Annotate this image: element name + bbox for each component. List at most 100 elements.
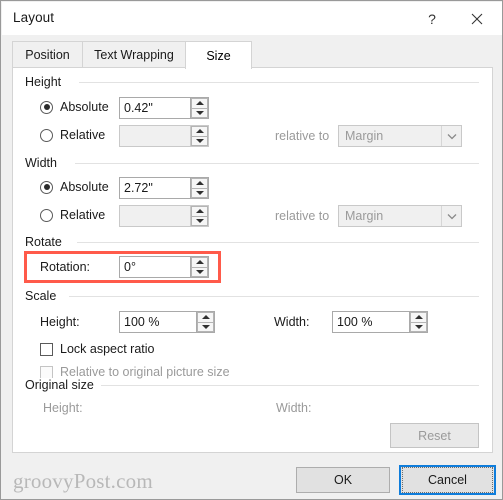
- rotation-spinner: [190, 257, 208, 277]
- original-size-group-rule: [101, 385, 479, 386]
- height-group-rule: [79, 82, 479, 83]
- width-relative-value: [120, 206, 190, 226]
- radio-indicator: [40, 128, 53, 142]
- scale-group-label: Scale: [25, 289, 63, 303]
- spinner-down-button[interactable]: [197, 321, 214, 332]
- width-absolute-input[interactable]: 2.72": [119, 177, 209, 199]
- spinner-down-button[interactable]: [410, 321, 427, 332]
- height-relative-spinner: [190, 126, 208, 146]
- scale-group-rule: [69, 296, 479, 297]
- rotate-group-rule: [77, 242, 479, 243]
- scale-width-input[interactable]: 100 %: [332, 311, 428, 333]
- spinner-down-button[interactable]: [191, 187, 208, 198]
- width-relative-label: Relative: [60, 208, 106, 222]
- width-absolute-radio[interactable]: Absolute: [40, 180, 109, 194]
- relative-to-original-checkbox: Relative to original picture size: [40, 365, 230, 379]
- scale-height-spinner: [196, 312, 214, 332]
- rotation-input[interactable]: 0°: [119, 256, 209, 278]
- width-absolute-label: Absolute: [60, 180, 109, 194]
- width-group-rule: [75, 163, 479, 164]
- rotation-value: 0°: [124, 260, 136, 274]
- help-button[interactable]: ?: [412, 2, 452, 35]
- tab-text-wrapping-label: Text Wrapping: [94, 47, 174, 62]
- height-absolute-radio[interactable]: Absolute: [40, 100, 109, 114]
- layout-dialog: Layout ? Position Text Wrapping Size Hei…: [0, 0, 503, 500]
- width-relative-to-value: Margin: [345, 209, 384, 223]
- spinner-down-button[interactable]: [191, 107, 208, 118]
- scale-height-input[interactable]: 100 %: [119, 311, 215, 333]
- width-relative-to-combo: Margin: [338, 205, 462, 227]
- cancel-button[interactable]: Cancel: [399, 465, 496, 495]
- height-relative-radio[interactable]: Relative: [40, 128, 105, 142]
- rotation-label: Rotation:: [40, 260, 91, 274]
- tab-size-label: Size: [206, 48, 231, 63]
- spinner-up-button: [191, 206, 208, 216]
- spinner-down-button: [191, 215, 208, 226]
- radio-indicator: [40, 180, 53, 194]
- height-relative-label: Relative: [60, 128, 106, 142]
- spinner-up-button[interactable]: [197, 312, 214, 322]
- triangle-down-icon: [195, 218, 204, 223]
- reset-button[interactable]: Reset: [390, 423, 479, 448]
- original-size-group-label: Original size: [25, 378, 100, 392]
- triangle-down-icon: [201, 324, 210, 329]
- triangle-down-icon: [195, 138, 204, 143]
- triangle-up-icon: [414, 315, 423, 320]
- width-relative-input: [119, 205, 209, 227]
- spinner-down-button: [191, 135, 208, 146]
- width-group-label: Width: [25, 156, 63, 170]
- height-absolute-input[interactable]: 0.42": [119, 97, 209, 119]
- checkbox-indicator: [40, 342, 53, 356]
- triangle-up-icon: [195, 129, 204, 134]
- triangle-up-icon: [195, 181, 204, 186]
- triangle-up-icon: [201, 315, 210, 320]
- dialog-title: Layout: [13, 10, 55, 25]
- scale-width-spinner: [409, 312, 427, 332]
- watermark: groovyPost.com: [13, 469, 153, 493]
- close-button[interactable]: [457, 2, 497, 35]
- spinner-up-button: [191, 126, 208, 136]
- spinner-up-button[interactable]: [410, 312, 427, 322]
- height-relative-to-value: Margin: [345, 129, 384, 143]
- width-relative-to-label: relative to: [275, 209, 330, 223]
- original-height-label: Height:: [43, 401, 83, 415]
- size-tab-panel: Height Absolute 0.42" Relative relative …: [12, 67, 493, 453]
- tab-text-wrapping[interactable]: Text Wrapping: [82, 41, 186, 67]
- close-icon: [471, 13, 483, 25]
- tab-size[interactable]: Size: [185, 41, 252, 69]
- tab-strip: Position Text Wrapping Size: [12, 41, 493, 69]
- triangle-up-icon: [195, 101, 204, 106]
- spinner-down-button[interactable]: [191, 266, 208, 277]
- spinner-up-button[interactable]: [191, 178, 208, 188]
- spinner-up-button[interactable]: [191, 257, 208, 267]
- reset-button-label: Reset: [418, 428, 451, 443]
- spinner-up-button[interactable]: [191, 98, 208, 108]
- question-mark-icon: ?: [428, 10, 436, 27]
- triangle-down-icon: [414, 324, 423, 329]
- radio-indicator: [40, 100, 53, 114]
- scale-height-value: 100 %: [124, 315, 160, 329]
- scale-height-label: Height:: [40, 315, 80, 329]
- triangle-down-icon: [195, 269, 204, 274]
- width-absolute-value: 2.72": [124, 181, 153, 195]
- lock-aspect-ratio-checkbox[interactable]: Lock aspect ratio: [40, 342, 155, 356]
- tab-position-label: Position: [25, 47, 70, 62]
- width-relative-radio[interactable]: Relative: [40, 208, 105, 222]
- height-absolute-spinner: [190, 98, 208, 118]
- height-relative-to-combo: Margin: [338, 125, 462, 147]
- relative-to-original-label: Relative to original picture size: [60, 365, 230, 379]
- width-relative-spinner: [190, 206, 208, 226]
- triangle-down-icon: [195, 110, 204, 115]
- height-absolute-value: 0.42": [124, 101, 153, 115]
- height-relative-to-label: relative to: [275, 129, 330, 143]
- chevron-down-icon: [441, 126, 461, 146]
- title-bar: Layout ?: [2, 2, 502, 35]
- original-width-label: Width:: [276, 401, 312, 415]
- tab-position[interactable]: Position: [12, 41, 83, 67]
- checkbox-indicator: [40, 365, 53, 379]
- rotate-group-label: Rotate: [25, 235, 68, 249]
- triangle-up-icon: [195, 209, 204, 214]
- width-absolute-spinner: [190, 178, 208, 198]
- ok-button[interactable]: OK: [296, 467, 390, 493]
- scale-width-label: Width:: [274, 315, 310, 329]
